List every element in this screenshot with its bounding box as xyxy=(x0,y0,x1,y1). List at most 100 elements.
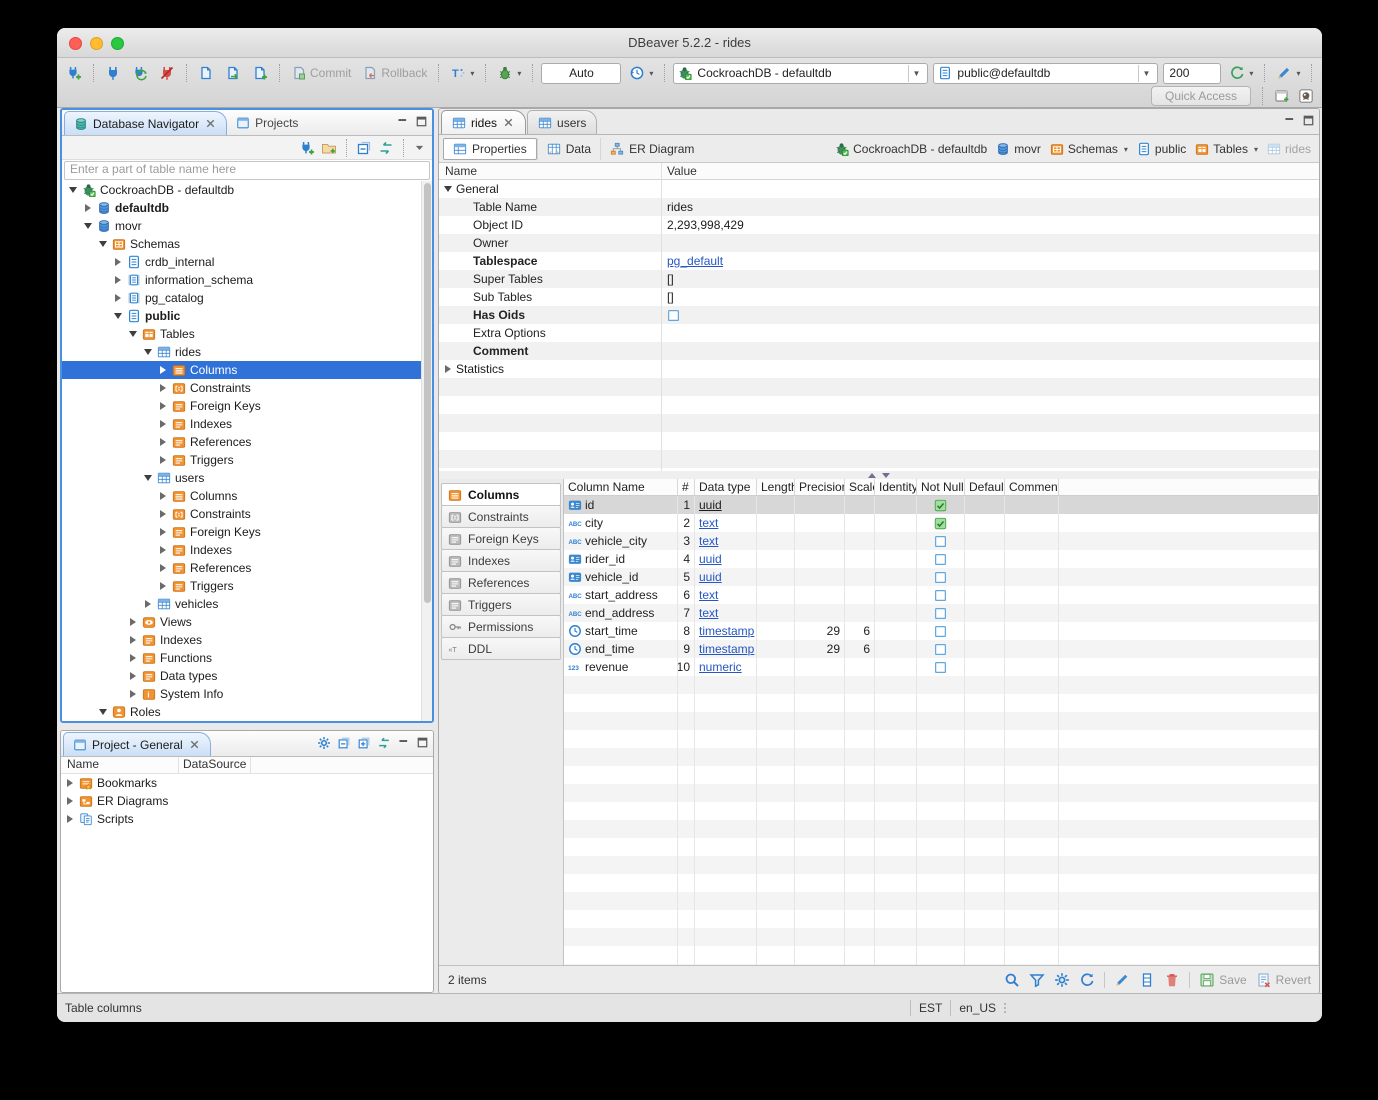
tree-item-indexes[interactable]: Indexes xyxy=(62,415,432,433)
project-item-er-diagrams[interactable]: ER Diagrams xyxy=(61,792,433,810)
chevron-down-icon[interactable]: ▾ xyxy=(1124,145,1128,154)
project-item-scripts[interactable]: Scripts xyxy=(61,810,433,828)
expand-arrow[interactable] xyxy=(443,184,453,194)
timezone-indicator[interactable]: EST xyxy=(919,1001,942,1015)
minimize-view-icon[interactable] xyxy=(397,736,410,749)
expand-arrow[interactable] xyxy=(128,653,138,663)
open-sql-editor-button[interactable] xyxy=(222,63,244,83)
connect-button[interactable] xyxy=(102,63,124,83)
expand-arrow[interactable] xyxy=(83,221,93,231)
data-type-link[interactable]: text xyxy=(699,606,718,620)
tree-item-vehicles[interactable]: vehicles xyxy=(62,595,432,613)
expand-arrow[interactable] xyxy=(158,383,168,393)
property-row-extra-options[interactable]: Extra Options xyxy=(439,324,1319,342)
grid-header-not-null[interactable]: Not Null xyxy=(917,479,965,495)
new-connection-icon[interactable] xyxy=(299,140,315,156)
column-row-start-address[interactable]: ABCstart_address6text xyxy=(564,586,1319,604)
column-row-end-time[interactable]: end_time9timestamp296 xyxy=(564,640,1319,658)
tree-item-users[interactable]: users xyxy=(62,469,432,487)
expand-arrow[interactable] xyxy=(158,401,168,411)
tablespace-link[interactable]: pg_default xyxy=(667,254,723,268)
data-type-link[interactable]: text xyxy=(699,588,718,602)
rollback-button[interactable]: Rollback xyxy=(359,63,430,83)
tree-item-roles[interactable]: Roles xyxy=(62,703,432,721)
property-row-object-id[interactable]: Object ID2,293,998,429 xyxy=(439,216,1319,234)
data-type-link[interactable]: numeric xyxy=(699,660,742,674)
tree-item-references[interactable]: References xyxy=(62,559,432,577)
tree-item-rides[interactable]: rides xyxy=(62,343,432,361)
expand-arrow[interactable] xyxy=(443,364,453,374)
tab-data[interactable]: Data xyxy=(537,138,600,160)
chevron-down-icon[interactable]: ▾ xyxy=(1254,145,1258,154)
expand-arrow[interactable] xyxy=(113,257,123,267)
expand-arrow[interactable] xyxy=(158,509,168,519)
tree-item-constraints[interactable]: Constraints xyxy=(62,379,432,397)
delete-trash-icon[interactable] xyxy=(1164,972,1180,988)
tree-scrollbar[interactable] xyxy=(421,181,432,721)
grid-header-default[interactable]: Default xyxy=(965,479,1005,495)
gear-icon[interactable] xyxy=(1054,972,1070,988)
has-oids-checkbox[interactable] xyxy=(667,309,680,322)
details-tab-permissions[interactable]: Permissions xyxy=(441,615,561,638)
filter-icon[interactable] xyxy=(1029,972,1045,988)
minimize-view-icon[interactable] xyxy=(396,115,409,128)
tab-project-general[interactable]: Project - General xyxy=(63,732,211,756)
breadcrumb-public[interactable]: public xyxy=(1137,142,1186,156)
expand-arrow[interactable] xyxy=(143,599,153,609)
tab-database-navigator[interactable]: Database Navigator xyxy=(64,111,227,135)
expand-arrow[interactable] xyxy=(158,527,168,537)
expand-arrow[interactable] xyxy=(158,365,168,375)
splitter-handle[interactable] xyxy=(439,471,1319,479)
data-type-link[interactable]: text xyxy=(699,534,718,548)
tree-item-functions[interactable]: Functions xyxy=(62,649,432,667)
fetch-size-input[interactable]: 200 xyxy=(1163,63,1221,84)
data-type-link[interactable]: uuid xyxy=(699,570,722,584)
not-null-checkbox-unchecked[interactable] xyxy=(934,589,947,602)
close-icon[interactable] xyxy=(502,116,515,129)
tree-item-foreign-keys[interactable]: Foreign Keys xyxy=(62,397,432,415)
connection-selector[interactable]: CockroachDB - defaultdb ▼ xyxy=(673,63,928,84)
expand-arrow[interactable] xyxy=(128,671,138,681)
schema-dropdown-arrow[interactable]: ▼ xyxy=(1138,65,1153,82)
details-tab-references[interactable]: References xyxy=(441,571,561,594)
tab-properties[interactable]: Properties xyxy=(443,138,537,160)
new-folder-icon[interactable] xyxy=(321,140,337,156)
property-row-tablespace[interactable]: Tablespacepg_default xyxy=(439,252,1319,270)
commit-mode-combo[interactable]: Auto xyxy=(541,63,621,84)
property-row-table-name[interactable]: Table Namerides xyxy=(439,198,1319,216)
link-with-editor-icon[interactable] xyxy=(378,140,394,156)
grid-header-column-name[interactable]: Column Name xyxy=(564,479,678,495)
expand-arrow[interactable] xyxy=(128,617,138,627)
property-row-owner[interactable]: Owner xyxy=(439,234,1319,252)
expand-arrow[interactable] xyxy=(158,419,168,429)
expand-arrow[interactable] xyxy=(113,293,123,303)
details-tab-ddl[interactable]: «TDDL xyxy=(441,637,561,660)
grid-header-length[interactable]: Length xyxy=(757,479,795,495)
details-tab-constraints[interactable]: Constraints xyxy=(441,505,561,528)
tree-item-triggers[interactable]: Triggers xyxy=(62,577,432,595)
not-null-checkbox-unchecked[interactable] xyxy=(934,535,947,548)
expand-arrow[interactable] xyxy=(158,545,168,555)
expand-arrow[interactable] xyxy=(143,473,153,483)
disconnect-button[interactable] xyxy=(156,63,178,83)
not-null-checkbox-unchecked[interactable] xyxy=(934,661,947,674)
sql-editor-button[interactable] xyxy=(195,63,217,83)
expand-arrow[interactable] xyxy=(83,203,93,213)
tab-er-diagram[interactable]: ER Diagram xyxy=(600,138,703,160)
not-null-checkbox-checked[interactable] xyxy=(934,517,947,530)
grid-header-comment[interactable]: Comment xyxy=(1005,479,1059,495)
tree-item-columns[interactable]: Columns xyxy=(62,487,432,505)
expand-arrow[interactable] xyxy=(128,635,138,645)
tree-item-references[interactable]: References xyxy=(62,433,432,451)
expand-arrow[interactable] xyxy=(68,185,78,195)
open-perspective-icon[interactable] xyxy=(1274,88,1290,104)
expand-arrow[interactable] xyxy=(65,814,75,824)
gear-icon[interactable] xyxy=(317,736,331,750)
data-type-link[interactable]: timestamp xyxy=(699,642,754,656)
property-row-sub-tables[interactable]: Sub Tables[] xyxy=(439,288,1319,306)
undo-button[interactable] xyxy=(1320,63,1322,83)
tree-item-system-info[interactable]: iSystem Info xyxy=(62,685,432,703)
tree-item-data-types[interactable]: Data types xyxy=(62,667,432,685)
data-type-link[interactable]: uuid xyxy=(699,498,722,512)
expand-arrow[interactable] xyxy=(65,778,75,788)
